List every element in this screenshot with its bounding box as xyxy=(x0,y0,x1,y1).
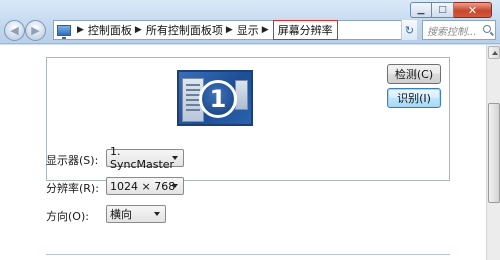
breadcrumb-screen-resolution[interactable]: 屏幕分辨率 xyxy=(272,20,338,40)
chevron-down-icon xyxy=(154,212,160,216)
orientation-label: 方向(O): xyxy=(46,210,89,223)
display-select[interactable]: 1. SyncMaster xyxy=(106,145,184,171)
window-controls: ▁ □ ✕ xyxy=(410,2,492,18)
window-thumbnail-icon xyxy=(235,80,248,110)
chevron-down-icon xyxy=(172,184,178,188)
breadcrumb-separator-icon[interactable]: ▶ xyxy=(262,25,269,35)
scroll-thumb[interactable] xyxy=(488,103,500,203)
search-icon[interactable] xyxy=(483,25,491,33)
breadcrumb-display[interactable]: 显示 xyxy=(237,22,259,38)
resolution-select[interactable]: 1024 × 768 xyxy=(106,177,184,195)
breadcrumb-separator-icon[interactable]: ▶ xyxy=(77,25,84,35)
refresh-icon: ↻ xyxy=(404,23,415,37)
refresh-button[interactable]: ↻ xyxy=(401,20,417,40)
monitor-number-badge: 1 xyxy=(199,80,237,118)
orientation-select-value: 横向 xyxy=(110,208,132,221)
breadcrumb-all-items[interactable]: 所有控制面板项 xyxy=(146,22,223,38)
resolution-label: 分辨率(R): xyxy=(46,182,99,195)
resolution-select-value: 1024 × 768 xyxy=(110,179,176,193)
breadcrumb-separator-icon[interactable]: ▶ xyxy=(226,25,233,35)
content-area: 1 检测(C) 识别(I) 显示器(S): 1. SyncMaster 分辨率(… xyxy=(0,45,486,260)
forward-arrow-icon: ▶ xyxy=(31,24,40,37)
identify-button[interactable]: 识别(I) xyxy=(387,88,441,108)
detect-button[interactable]: 检测(C) xyxy=(387,64,441,84)
vertical-scrollbar[interactable] xyxy=(486,45,500,260)
control-panel-icon xyxy=(57,24,71,39)
breadcrumb-separator-icon[interactable]: ▶ xyxy=(135,25,142,35)
scroll-up-button[interactable] xyxy=(488,46,500,59)
forward-button[interactable]: ▶ xyxy=(25,20,46,41)
chevron-down-icon xyxy=(172,156,178,160)
breadcrumb-control-panel[interactable]: 控制面板 xyxy=(88,22,132,38)
display-label: 显示器(S): xyxy=(46,154,99,167)
back-button[interactable]: ◀ xyxy=(4,20,25,41)
address-bar[interactable]: ▶ 控制面板 ▶ 所有控制面板项 ▶ 显示 ▶ 屏幕分辨率 ▼ xyxy=(53,20,417,40)
monitor-icon[interactable]: 1 xyxy=(177,70,253,126)
orientation-select[interactable]: 横向 xyxy=(106,205,166,223)
search-placeholder: 搜索控制... xyxy=(427,26,477,38)
maximize-button[interactable]: □ xyxy=(432,2,454,18)
back-arrow-icon: ◀ xyxy=(10,24,19,37)
title-bar: ▁ □ ✕ ◀ ▶ ▶ 控制面板 ▶ 所有控制面板项 ▶ 显示 ▶ 屏幕分辨率 … xyxy=(0,0,500,44)
divider xyxy=(46,254,450,255)
close-button[interactable]: ✕ xyxy=(454,2,492,18)
search-box[interactable]: 搜索控制... xyxy=(422,20,496,40)
minimize-button[interactable]: ▁ xyxy=(410,2,432,18)
